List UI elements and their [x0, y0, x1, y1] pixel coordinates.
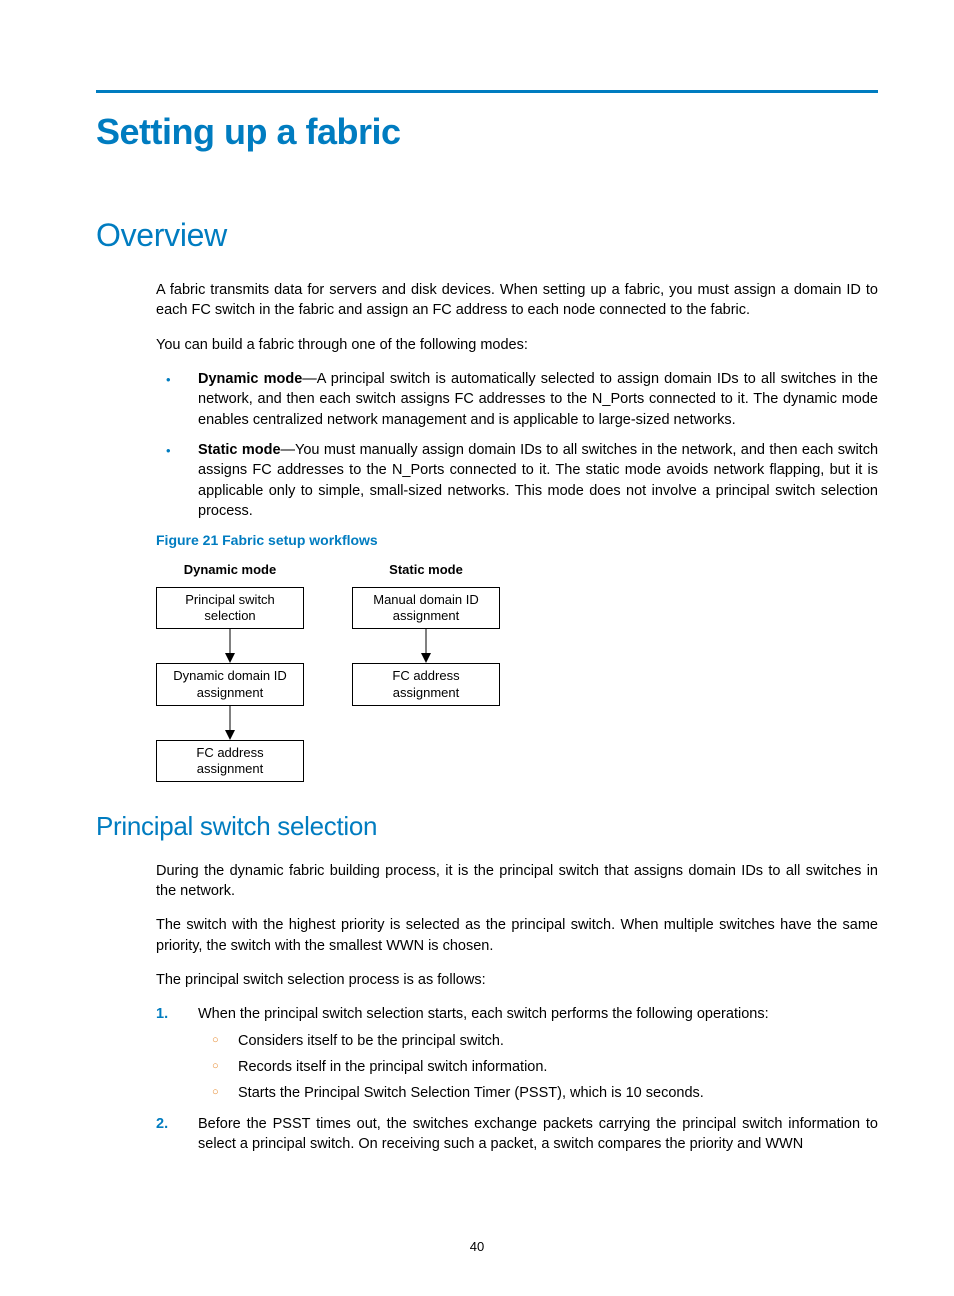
flow-column-static: Static mode Manual domain ID assignment … [352, 561, 500, 783]
figure-caption: Figure 21 Fabric setup workflows [156, 531, 878, 551]
flow-box: Principal switch selection [156, 587, 304, 630]
term-dynamic-mode: Dynamic mode [198, 371, 302, 387]
arrow-down-icon [156, 706, 304, 740]
section-principal-switch-heading: Principal switch selection [96, 808, 878, 844]
list-item-text: Before the PSST times out, the switches … [198, 1116, 878, 1152]
arrow-down-icon [352, 629, 500, 663]
page-number: 40 [0, 1238, 954, 1256]
list-item-text: When the principal switch selection star… [198, 1006, 769, 1022]
flow-box: FC address assignment [352, 663, 500, 706]
flow-box: Manual domain ID assignment [352, 587, 500, 630]
paragraph: During the dynamic fabric building proce… [156, 861, 878, 902]
flow-column-dynamic: Dynamic mode Principal switch selection … [156, 561, 304, 783]
figure-flowchart: Dynamic mode Principal switch selection … [156, 561, 878, 783]
term-static-mode: Static mode [198, 442, 281, 458]
paragraph: You can build a fabric through one of th… [156, 335, 878, 355]
list-item-text: —You must manually assign domain IDs to … [198, 442, 878, 519]
sub-list-item: Considers itself to be the principal swi… [198, 1031, 878, 1051]
process-list: 1. When the principal switch selection s… [156, 1004, 878, 1154]
list-item: 1. When the principal switch selection s… [156, 1004, 878, 1103]
section-overview-heading: Overview [96, 213, 878, 258]
sub-list: Considers itself to be the principal swi… [198, 1031, 878, 1104]
sub-list-item: Starts the Principal Switch Selection Ti… [198, 1083, 878, 1103]
flow-box: Dynamic domain ID assignment [156, 663, 304, 706]
document-page: Setting up a fabric Overview A fabric tr… [0, 0, 954, 1296]
chapter-title: Setting up a fabric [96, 107, 878, 157]
overview-body: A fabric transmits data for servers and … [156, 280, 878, 782]
list-item: Static mode—You must manually assign dom… [156, 440, 878, 521]
flow-heading: Dynamic mode [156, 561, 304, 579]
paragraph: The principal switch selection process i… [156, 970, 878, 990]
mode-list: Dynamic mode—A principal switch is autom… [156, 369, 878, 521]
paragraph: A fabric transmits data for servers and … [156, 280, 878, 321]
list-number: 2. [156, 1114, 168, 1134]
sub-list-item: Records itself in the principal switch i… [198, 1057, 878, 1077]
list-item: 2. Before the PSST times out, the switch… [156, 1114, 878, 1155]
flow-box: FC address assignment [156, 740, 304, 783]
list-number: 1. [156, 1004, 168, 1024]
top-rule [96, 90, 878, 93]
flow-heading: Static mode [352, 561, 500, 579]
paragraph: The switch with the highest priority is … [156, 915, 878, 956]
principal-switch-body: During the dynamic fabric building proce… [156, 861, 878, 1154]
arrow-down-icon [156, 629, 304, 663]
list-item: Dynamic mode—A principal switch is autom… [156, 369, 878, 430]
